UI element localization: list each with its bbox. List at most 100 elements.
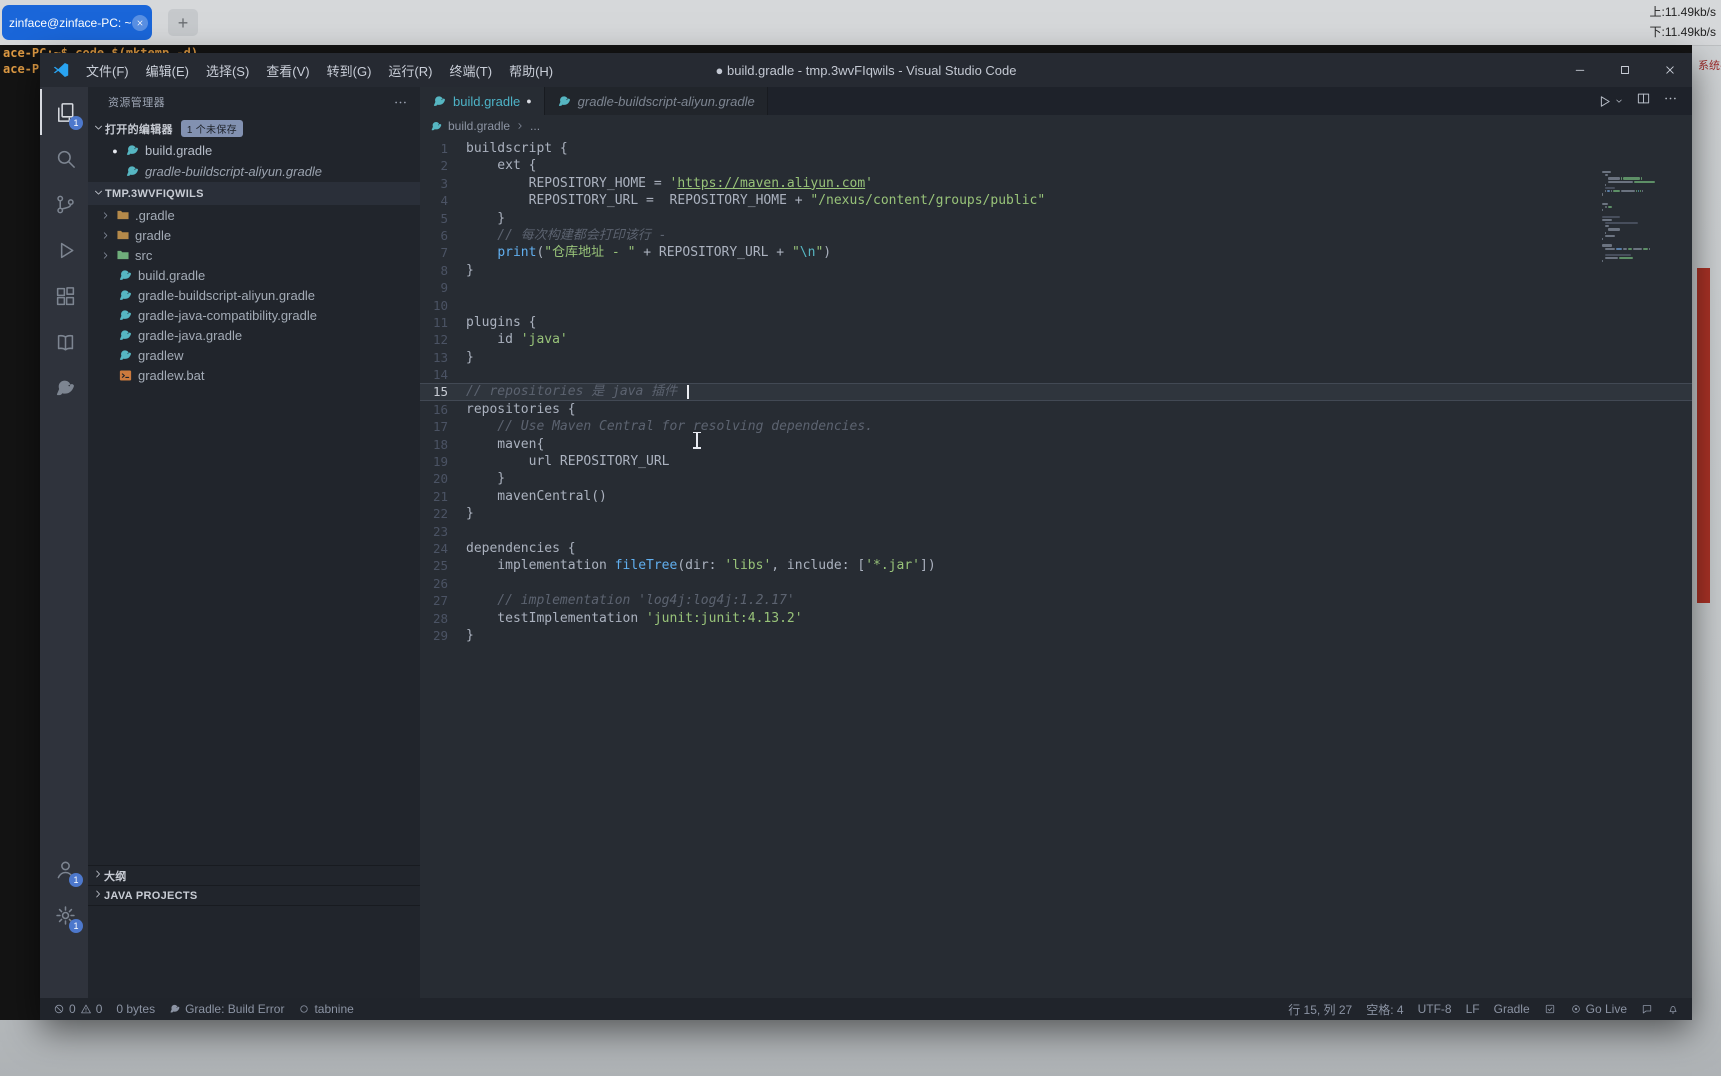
minimize-button[interactable] [1557,53,1602,87]
code-editor[interactable]: 1 buildscript {2 ext {3 REPOSITORY_HOME =… [420,137,1692,998]
menu-s[interactable]: 选择(S) [198,58,257,83]
line-number: 1 [440,141,448,156]
outline-section-header[interactable]: 大纲 [88,866,420,886]
tree-folder[interactable]: gradle [88,225,420,245]
tab-gradle-buildscript-aliyun.gradle[interactable]: gradle-buildscript-aliyun.gradle [544,87,768,115]
status-eol[interactable]: LF [1459,998,1487,1020]
code-line-3[interactable]: 3 REPOSITORY_HOME = 'https://maven.aliyu… [420,175,1692,192]
status-gradle-build-status[interactable]: Gradle: Build Error [162,998,291,1020]
java-projects-section-header[interactable]: JAVA PROJECTS [88,886,420,906]
menu-g[interactable]: 转到(G) [319,58,380,83]
status-feedback[interactable] [1634,998,1660,1020]
activity-explorer-icon[interactable]: 1 [40,89,88,135]
code-line-20[interactable]: 20 } [420,470,1692,487]
tree-folder[interactable]: src [88,245,420,265]
tree-file[interactable]: gradle-java-compatibility.gradle [88,305,420,325]
code-line-11[interactable]: 11 plugins { [420,314,1692,331]
code-line-23[interactable]: 23 [420,523,1692,540]
run-file-button[interactable] [1597,94,1624,109]
code-line-1[interactable]: 1 buildscript { [420,140,1692,157]
status-go-live[interactable]: Go Live [1563,998,1634,1020]
tree-file[interactable]: gradlew [88,345,420,365]
maximize-button[interactable] [1602,53,1647,87]
status-notifications[interactable] [1660,998,1686,1020]
activity-search-icon[interactable] [40,135,88,181]
system-monitor-label: 系统共运行 [1698,60,1721,72]
breadcrumb-item[interactable]: ... [530,119,540,133]
status-encoding[interactable]: UTF-8 [1411,998,1459,1020]
code-line-9[interactable]: 9 [420,279,1692,296]
activity-account-icon[interactable]: 1 [40,846,88,892]
code-line-15[interactable]: 15// repositories 是 java 插件 [420,383,1692,401]
code-line-2[interactable]: 2 ext { [420,157,1692,174]
status-language-mode[interactable]: Gradle [1487,998,1537,1020]
activity-run-debug-icon[interactable] [40,227,88,273]
tree-file[interactable]: gradle-java.gradle [88,325,420,345]
views-more-actions-icon[interactable] [393,95,408,110]
tree-file[interactable]: build.gradle [88,265,420,285]
code-line-29[interactable]: 29} [420,627,1692,644]
code-line-14[interactable]: 14 [420,366,1692,383]
status-extension-status[interactable] [1537,998,1563,1020]
minimap[interactable] [1602,171,1686,263]
source-control-icon [56,195,74,213]
tree-folder[interactable]: .gradle [88,205,420,225]
open-editor-item[interactable]: ● build.gradle [88,140,420,161]
code-line-6[interactable]: 6 // 每次构建都会打印该行 - [420,227,1692,244]
code-line-5[interactable]: 5 } [420,210,1692,227]
menu-e[interactable]: 编辑(E) [138,58,197,83]
editor-more-actions[interactable] [1663,91,1678,111]
status-tabnine[interactable]: tabnine [291,998,360,1020]
project-section-header[interactable]: TMP.3WVFIQWILS [88,182,420,205]
menu-h[interactable]: 帮助(H) [501,58,561,83]
tab-build.gradle[interactable]: build.gradle ● [420,87,545,115]
split-editor-button[interactable] [1636,91,1651,111]
code-line-13[interactable]: 13} [420,349,1692,366]
code-line-19[interactable]: 19 url REPOSITORY_URL [420,453,1692,470]
code-line-27[interactable]: 27 // implementation 'log4j:log4j:1.2.17… [420,592,1692,609]
open-editors-section-header[interactable]: 打开的编辑器 1 个未保存 [88,117,420,140]
menu-t[interactable]: 终端(T) [441,58,500,83]
activity-extensions-icon[interactable] [40,273,88,319]
code-line-26[interactable]: 26 [420,575,1692,592]
activity-settings-icon[interactable]: 1 [40,892,88,938]
status-problems[interactable]: 00 [46,998,109,1020]
close-button[interactable] [1647,53,1692,87]
menu-r[interactable]: 运行(R) [380,58,440,83]
breadcrumb[interactable]: build.gradle... [420,115,1692,137]
code-line-25[interactable]: 25 implementation fileTree(dir: 'libs', … [420,557,1692,574]
code-line-4[interactable]: 4 REPOSITORY_URL = REPOSITORY_HOME + "/n… [420,192,1692,209]
breadcrumb-item[interactable]: build.gradle [448,119,510,133]
line-number: 19 [432,454,448,470]
status-file-size[interactable]: 0 bytes [109,998,162,1020]
menu-f[interactable]: 文件(F) [78,58,137,83]
code-line-28[interactable]: 28 testImplementation 'junit:junit:4.13.… [420,610,1692,627]
code-line-8[interactable]: 8} [420,262,1692,279]
tree-file[interactable]: gradlew.bat [88,365,420,385]
code-line-16[interactable]: 16 repositories { [420,401,1692,418]
x-icon[interactable] [135,18,145,28]
open-editor-item[interactable]: gradle-buildscript-aliyun.gradle [88,161,420,182]
code-line-24[interactable]: 24 dependencies { [420,540,1692,557]
close-icon [1665,66,1674,74]
terminal-tab[interactable]: zinface@zinface-PC: ~ [2,5,152,40]
menu-v[interactable]: 查看(V) [258,58,317,83]
status-cursor-position[interactable]: 行 15, 列 27 [1281,998,1359,1020]
activity-source-control-icon[interactable] [40,181,88,227]
code-line-21[interactable]: 21 mavenCentral() [420,488,1692,505]
activity-gradle-icon[interactable] [40,365,88,411]
new-terminal-tab-button[interactable]: + [168,9,198,36]
code-line-22[interactable]: 22} [420,505,1692,522]
file-label: build.gradle [138,267,206,283]
activity-docs-icon[interactable] [40,319,88,365]
bell-icon [1669,1006,1677,1014]
more-icon[interactable] [393,95,408,110]
code-line-18[interactable]: 18 maven{ [420,436,1692,453]
code-line-12[interactable]: 12 id 'java' [420,331,1692,348]
code-line-10[interactable]: 10 [420,297,1692,314]
tree-file[interactable]: gradle-buildscript-aliyun.gradle [88,285,420,305]
code-line-17[interactable]: 17 // Use Maven Central for resolving de… [420,418,1692,435]
code-line-7[interactable]: 7 print("仓库地址 - " + REPOSITORY_URL + "\n… [420,244,1692,261]
status-indentation[interactable]: 空格: 4 [1359,998,1410,1020]
terminal-tab-close-button[interactable] [131,14,148,31]
